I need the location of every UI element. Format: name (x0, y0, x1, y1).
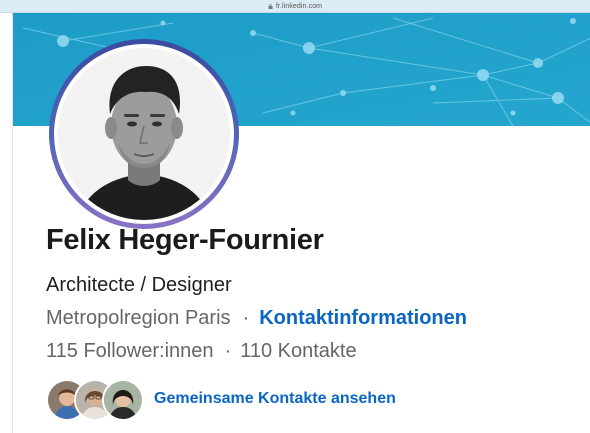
profile-photo-ring[interactable] (49, 39, 239, 229)
separator-dot: · (242, 307, 250, 329)
mutual-avatar-3[interactable] (102, 379, 144, 421)
connections-count[interactable]: 110 Kontakte (240, 340, 356, 363)
profile-card: Felix Heger-Fournier Architecte / Design… (12, 13, 590, 433)
profile-headline: Architecte / Designer (46, 274, 232, 296)
network-stats-row: 115 Follower:innen · 110 Kontakte (46, 340, 357, 363)
url-display[interactable]: fr.linkedin.com (268, 3, 322, 10)
profile-name: Felix Heger-Fournier (46, 224, 324, 256)
mutual-avatars[interactable] (46, 377, 146, 421)
profile-location: Metropolregion Paris (46, 307, 231, 329)
profile-photo[interactable] (58, 48, 230, 220)
followers-count[interactable]: 115 Follower:innen (46, 340, 214, 363)
profile-photo-image (58, 48, 230, 220)
separator-dot: · (224, 340, 232, 362)
mutual-connections-row[interactable]: Gemeinsame Kontakte ansehen (46, 377, 396, 421)
url-text: fr.linkedin.com (275, 2, 323, 10)
browser-address-bar[interactable]: fr.linkedin.com (0, 0, 590, 13)
lock-icon (268, 3, 273, 9)
contact-info-link[interactable]: Kontaktinformationen (259, 307, 467, 330)
mutual-connections-link[interactable]: Gemeinsame Kontakte ansehen (154, 390, 396, 408)
location-row: Metropolregion Paris · Kontaktinformatio… (46, 307, 467, 330)
